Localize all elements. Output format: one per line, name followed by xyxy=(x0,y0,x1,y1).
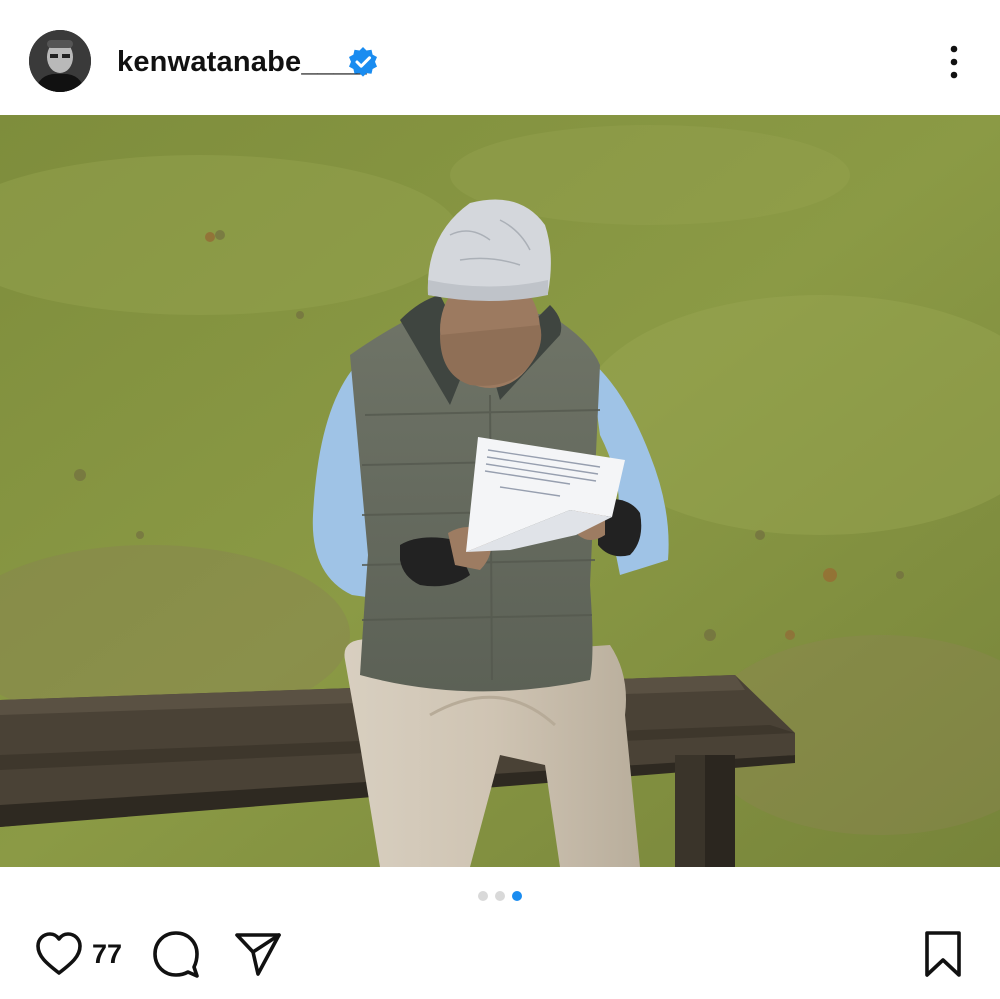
post-header: kenwatanabe____ xyxy=(0,0,1000,115)
carousel-dot xyxy=(478,891,488,901)
avatar[interactable] xyxy=(29,30,91,92)
post-photo[interactable] xyxy=(0,115,1000,867)
more-vertical-icon[interactable] xyxy=(938,42,970,82)
verified-badge-icon xyxy=(347,46,379,78)
bookmark-icon[interactable] xyxy=(922,929,964,979)
action-bar: 77 xyxy=(0,925,1000,985)
paper-plane-icon[interactable] xyxy=(233,930,283,978)
carousel-dot xyxy=(495,891,505,901)
carousel-dot-active xyxy=(512,891,522,901)
username[interactable]: kenwatanabe____ xyxy=(117,44,367,80)
heart-icon[interactable] xyxy=(34,930,84,978)
comment-bubble-icon[interactable] xyxy=(150,928,202,980)
carousel-indicator xyxy=(478,891,522,901)
like-count[interactable]: 77 xyxy=(92,938,122,970)
